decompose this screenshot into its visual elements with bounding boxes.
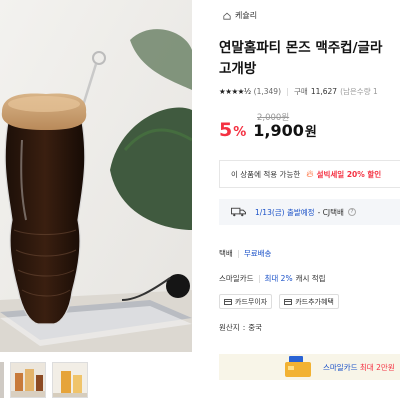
thumbnail-image[interactable] bbox=[52, 362, 88, 398]
discount-rate: 5% bbox=[219, 119, 246, 141]
chip-label: 카드무이자 bbox=[235, 297, 268, 306]
product-title-line2: 고개방 bbox=[219, 61, 257, 77]
product-info-panel: 케슐리 연말홈파티 몬즈 맥주컵/글라 고개방 ★★★★½ (1,349) 구매… bbox=[219, 0, 400, 400]
card-icon bbox=[224, 298, 232, 305]
help-icon[interactable]: ? bbox=[347, 208, 356, 216]
card-interest-free-button[interactable]: 카드무이자 bbox=[219, 294, 273, 309]
rating-stars: ★★★★½ bbox=[219, 87, 251, 96]
review-count-link[interactable]: (1,349) bbox=[254, 87, 281, 96]
sale-price: 1,900원 bbox=[253, 121, 317, 140]
coupon-banner[interactable]: 이 상품에 적용 가능한 🔥︎ 설빅세일 20% 할인 bbox=[219, 160, 400, 188]
delivery-info: 1/13(금) 출발예정 - CJ택배 ? bbox=[219, 199, 400, 225]
shop-name: 케슐리 bbox=[235, 11, 258, 20]
shipping-label: 택배 bbox=[219, 249, 233, 258]
origin-value: 중국 bbox=[248, 323, 263, 332]
price-box: 5% 1,900원 bbox=[219, 119, 317, 141]
banner-highlight: 최대 2만원 bbox=[359, 362, 395, 372]
stock-remaining: (남은수량 1 bbox=[340, 87, 378, 96]
thumbnail-image[interactable] bbox=[0, 362, 4, 398]
divider bbox=[258, 274, 260, 283]
shipping-row: 택배 무료배송 bbox=[219, 248, 271, 259]
product-main-image[interactable] bbox=[0, 0, 192, 352]
smilecard-rate: 최대 2% bbox=[264, 274, 293, 283]
shop-link[interactable]: 케슐리 bbox=[223, 10, 257, 21]
discount-value: 5 bbox=[219, 119, 233, 141]
shipping-value: 무료배송 bbox=[243, 249, 272, 258]
delivery-date: 1/13(금) 출발예정 bbox=[255, 207, 315, 217]
smilecard-row: 스마일카드 최대 2% 캐시 적립 bbox=[219, 273, 326, 284]
card-benefit-chips: 카드무이자 카드추가혜택 bbox=[219, 294, 339, 309]
fire-icon: 🔥︎ bbox=[306, 168, 314, 180]
origin-colon: : bbox=[242, 323, 246, 332]
banner-text: 스마일카드 최대 2만원 bbox=[323, 362, 395, 373]
smilecard-suffix: 캐시 적립 bbox=[295, 274, 326, 283]
origin-row: 원산지 : 중국 bbox=[219, 322, 262, 333]
discount-unit: % bbox=[233, 125, 247, 140]
divider bbox=[237, 249, 239, 258]
smilecard-promo-banner[interactable]: 스마일카드 최대 2만원 bbox=[219, 354, 400, 380]
delivery-carrier: - CJ택배 bbox=[317, 207, 344, 217]
rating-row: ★★★★½ (1,349) 구매 11,627 (남은수량 1 bbox=[219, 86, 378, 97]
beer-glass-illustration bbox=[0, 0, 192, 352]
coupon-prefix: 이 상품에 적용 가능한 bbox=[231, 169, 301, 179]
thumbnail-image[interactable] bbox=[10, 362, 46, 398]
home-icon bbox=[223, 12, 231, 20]
thumbnail-picture bbox=[11, 363, 45, 397]
divider bbox=[287, 87, 288, 96]
smilecard-card-icon bbox=[285, 356, 311, 377]
purchase-count: 11,627 bbox=[310, 87, 338, 96]
origin-label: 원산지 bbox=[219, 323, 240, 332]
product-title: 연말홈파티 몬즈 맥주컵/글라 고개방 bbox=[219, 38, 400, 80]
card-extra-benefit-button[interactable]: 카드추가혜택 bbox=[279, 294, 339, 309]
purchase-label: 구매 bbox=[294, 87, 308, 96]
thumbnail-picture bbox=[53, 363, 87, 397]
currency-unit: 원 bbox=[304, 125, 317, 140]
smilecard-label: 스마일카드 bbox=[219, 274, 254, 283]
banner-brand: 스마일카드 bbox=[323, 362, 358, 372]
product-title-line1: 연말홈파티 몬즈 맥주컵/글라 bbox=[219, 40, 383, 56]
thumbnail-strip bbox=[0, 362, 88, 398]
coupon-highlight: 설빅세일 20% 할인 bbox=[316, 169, 382, 179]
chip-label: 카드추가혜택 bbox=[295, 297, 334, 306]
card-icon bbox=[284, 298, 293, 305]
sale-price-value: 1,900 bbox=[253, 121, 304, 140]
truck-icon bbox=[231, 207, 246, 217]
